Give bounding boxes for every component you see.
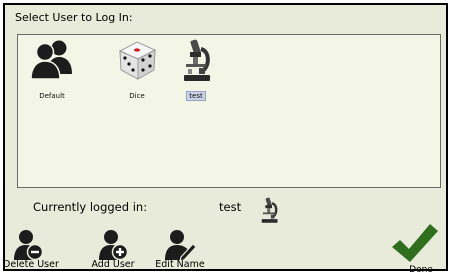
delete-user-button[interactable]: Delete User <box>3 227 59 270</box>
add-user-label: Add User <box>91 259 135 270</box>
checkmark-icon <box>392 224 438 262</box>
logged-in-user: test <box>219 200 242 214</box>
done-button[interactable]: Done <box>389 221 439 275</box>
user-name-test: test <box>186 91 206 101</box>
users-icon <box>30 40 72 80</box>
remove-user-icon <box>14 230 44 261</box>
user-tile-default[interactable]: Default <box>20 37 84 102</box>
edit-name-button[interactable]: Edit Name <box>155 227 205 270</box>
user-name-default: Default <box>39 92 65 100</box>
add-user-icon <box>99 230 129 261</box>
user-list: Default Dice test <box>17 34 441 188</box>
add-user-button[interactable]: Add User <box>91 227 135 270</box>
delete-user-label: Delete User <box>3 259 59 270</box>
microscope-icon <box>184 39 210 81</box>
done-label: Done <box>409 265 433 275</box>
edit-user-icon <box>165 230 197 261</box>
user-tile-dice[interactable]: Dice <box>105 37 169 102</box>
microscope-icon <box>261 197 278 223</box>
dice-icon <box>118 41 157 80</box>
edit-name-label: Edit Name <box>155 259 205 270</box>
user-select-dialog: Select User to Log In: Default Dice test… <box>3 3 448 275</box>
user-name-dice: Dice <box>129 92 145 100</box>
dialog-title: Select User to Log In: <box>15 11 133 24</box>
logged-in-label: Currently logged in: <box>33 200 148 214</box>
user-tile-test[interactable]: test <box>164 37 228 102</box>
